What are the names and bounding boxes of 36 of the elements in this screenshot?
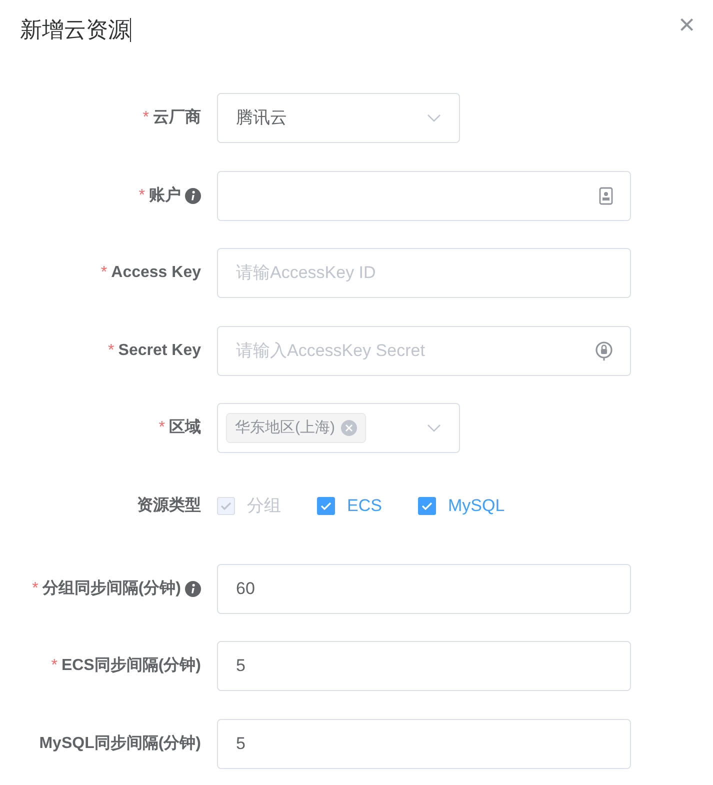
input-field[interactable]: 请输AccessKey ID [217, 248, 631, 298]
field-label: ECS同步间隔(分钟) [61, 656, 201, 676]
field-label: 云厂商 [153, 107, 201, 128]
required-mark: * [108, 340, 114, 360]
select-field[interactable]: 腾讯云 [217, 93, 460, 143]
field-label: Access Key [111, 263, 201, 283]
close-button[interactable]: × [678, 14, 695, 36]
chevron-down-icon[interactable] [427, 114, 441, 122]
field-label: MySQL同步间隔(分钟) [39, 734, 201, 754]
field-label: 资源类型 [137, 496, 201, 516]
field-label: 账户 [149, 185, 181, 206]
field-label: Secret Key [118, 340, 201, 360]
required-mark: * [158, 418, 165, 438]
remove-tag-icon[interactable] [341, 420, 357, 436]
input-field[interactable]: 5 [217, 718, 631, 768]
check-icon [320, 500, 332, 510]
input-field[interactable] [217, 170, 631, 220]
checkbox[interactable] [418, 496, 436, 514]
required-mark: * [51, 656, 58, 676]
tag: 华东地区(上海) [226, 412, 366, 444]
input-field[interactable]: 60 [217, 564, 631, 614]
check-icon [220, 500, 232, 510]
check-icon [420, 500, 433, 510]
required-mark: * [32, 578, 38, 598]
field-label: 分组同步间隔(分钟) [42, 578, 181, 598]
input-field[interactable]: 5 [217, 641, 631, 691]
field-label: 区域 [169, 418, 201, 438]
required-mark: * [100, 263, 108, 283]
text-cursor [130, 18, 131, 42]
required-mark: * [142, 108, 149, 128]
required-mark: * [138, 186, 145, 206]
input-field[interactable]: 请输入AccessKey Secret [217, 326, 631, 376]
checkbox[interactable] [317, 496, 335, 514]
chevron-down-icon[interactable] [427, 424, 441, 432]
checkbox-label: 分组 [247, 494, 281, 517]
dialog-title: 新增云资源 [20, 19, 130, 41]
